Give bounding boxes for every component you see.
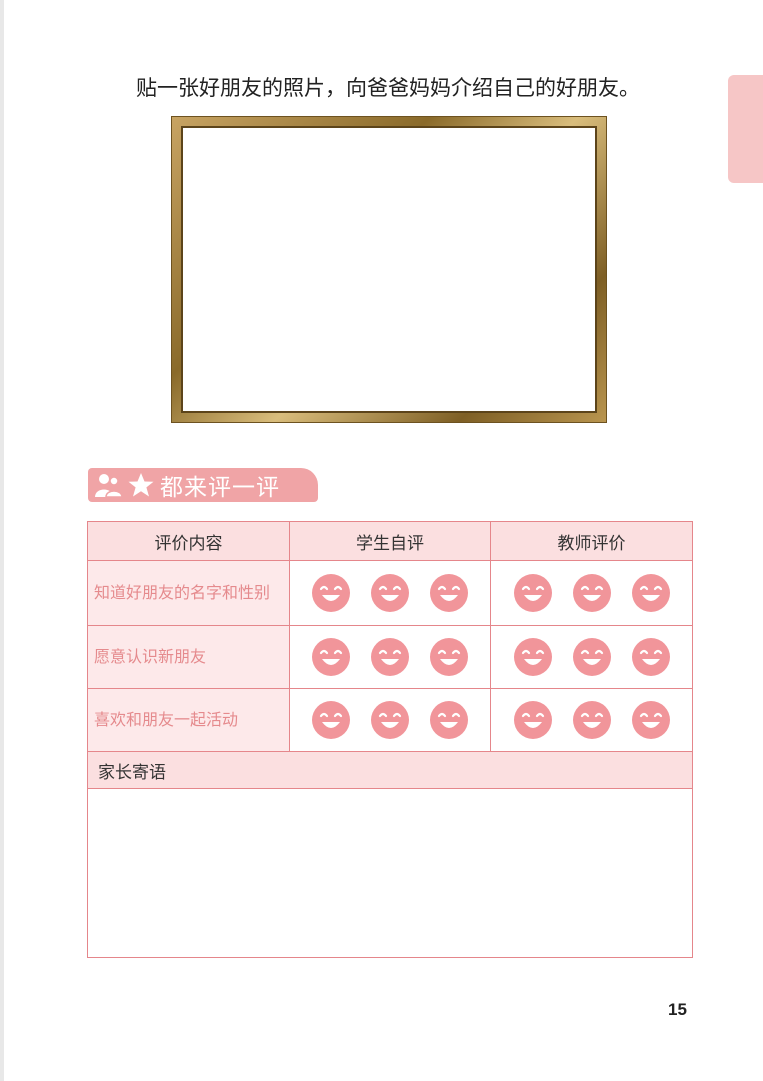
smiley-face-icon[interactable] <box>429 637 469 677</box>
header-teacher-eval: 教师评价 <box>490 521 693 561</box>
textbook-page: 贴一张好朋友的照片，向爸爸妈妈介绍自己的好朋友。 都来评一评 评价内容 学生自评 <box>0 0 763 1081</box>
smiley-face-icon[interactable] <box>370 700 410 740</box>
smiley-face-icon[interactable] <box>513 573 553 613</box>
smiley-face-icon[interactable] <box>429 573 469 613</box>
self-eval-cell <box>289 688 491 752</box>
section-icons <box>94 472 154 498</box>
table-header-row: 评价内容 学生自评 教师评价 <box>87 521 693 561</box>
smiley-face-icon[interactable] <box>631 573 671 613</box>
teacher-eval-cell <box>490 625 693 689</box>
teacher-eval-cell <box>490 688 693 752</box>
smiley-face-icon[interactable] <box>572 637 612 677</box>
header-criteria: 评价内容 <box>87 521 290 561</box>
smiley-face-icon[interactable] <box>513 700 553 740</box>
parent-comment-area[interactable] <box>87 788 693 958</box>
smiley-face-icon[interactable] <box>513 637 553 677</box>
criterion-cell: 喜欢和朋友一起活动 <box>87 688 290 752</box>
parent-comment-row <box>87 788 693 958</box>
table-row: 知道好朋友的名字和性别 <box>87 560 693 626</box>
self-eval-cell <box>289 560 491 626</box>
evaluation-table: 评价内容 学生自评 教师评价 知道好朋友的名字和性别 愿意认识新朋友 喜欢和朋友… <box>87 521 693 958</box>
criterion-cell: 知道好朋友的名字和性别 <box>87 560 290 626</box>
smiley-face-icon[interactable] <box>311 573 351 613</box>
teacher-eval-cell <box>490 560 693 626</box>
smiley-face-icon[interactable] <box>572 700 612 740</box>
star-icon <box>128 473 154 497</box>
smiley-face-icon[interactable] <box>311 637 351 677</box>
smiley-face-icon[interactable] <box>572 573 612 613</box>
header-self-eval: 学生自评 <box>289 521 491 561</box>
self-eval-cell <box>289 625 491 689</box>
smiley-face-icon[interactable] <box>631 637 671 677</box>
section-header: 都来评一评 <box>88 468 318 502</box>
page-edge <box>0 0 4 1081</box>
people-icon <box>95 474 123 498</box>
smiley-face-icon[interactable] <box>429 700 469 740</box>
page-number: 15 <box>668 1000 687 1019</box>
table-row: 喜欢和朋友一起活动 <box>87 688 693 752</box>
parent-comment-label: 家长寄语 <box>87 751 693 789</box>
section-title: 都来评一评 <box>160 475 280 501</box>
criterion-cell: 愿意认识新朋友 <box>87 625 290 689</box>
smiley-face-icon[interactable] <box>370 573 410 613</box>
instruction-text: 贴一张好朋友的照片，向爸爸妈妈介绍自己的好朋友。 <box>136 76 640 100</box>
photo-frame[interactable] <box>172 117 606 422</box>
photo-area[interactable] <box>181 126 597 413</box>
smiley-face-icon[interactable] <box>370 637 410 677</box>
side-tab <box>728 75 763 183</box>
smiley-face-icon[interactable] <box>311 700 351 740</box>
smiley-face-icon[interactable] <box>631 700 671 740</box>
parent-comment-header-row: 家长寄语 <box>87 751 693 789</box>
table-row: 愿意认识新朋友 <box>87 625 693 689</box>
